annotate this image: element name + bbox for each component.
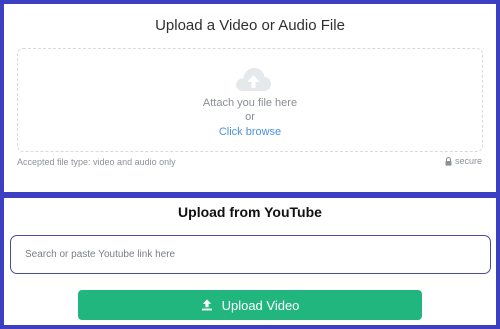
youtube-upload-panel: Upload from YouTube Upload Video (4, 198, 496, 325)
upload-video-label: Upload Video (221, 297, 300, 313)
file-upload-title: Upload a Video or Audio File (155, 17, 345, 34)
youtube-link-input[interactable] (10, 235, 491, 274)
cloud-upload-icon (234, 64, 272, 94)
upload-video-button[interactable]: Upload Video (78, 290, 422, 320)
secure-label: secure (454, 156, 482, 166)
secure-indicator: secure (445, 156, 482, 166)
lock-icon (445, 156, 452, 166)
attach-file-text: Attach you file here (202, 97, 298, 109)
click-browse-link[interactable]: Click browse (18, 126, 482, 138)
file-dropzone[interactable]: Attach you file here or Click browse (17, 48, 483, 152)
youtube-upload-title: Upload from YouTube (178, 204, 322, 220)
accepted-file-type-note: Accepted file type: video and audio only (17, 157, 176, 167)
file-upload-panel: Upload a Video or Audio File Attach you … (4, 4, 496, 192)
or-separator-text: or (245, 111, 255, 123)
upload-arrow-icon (201, 299, 213, 311)
